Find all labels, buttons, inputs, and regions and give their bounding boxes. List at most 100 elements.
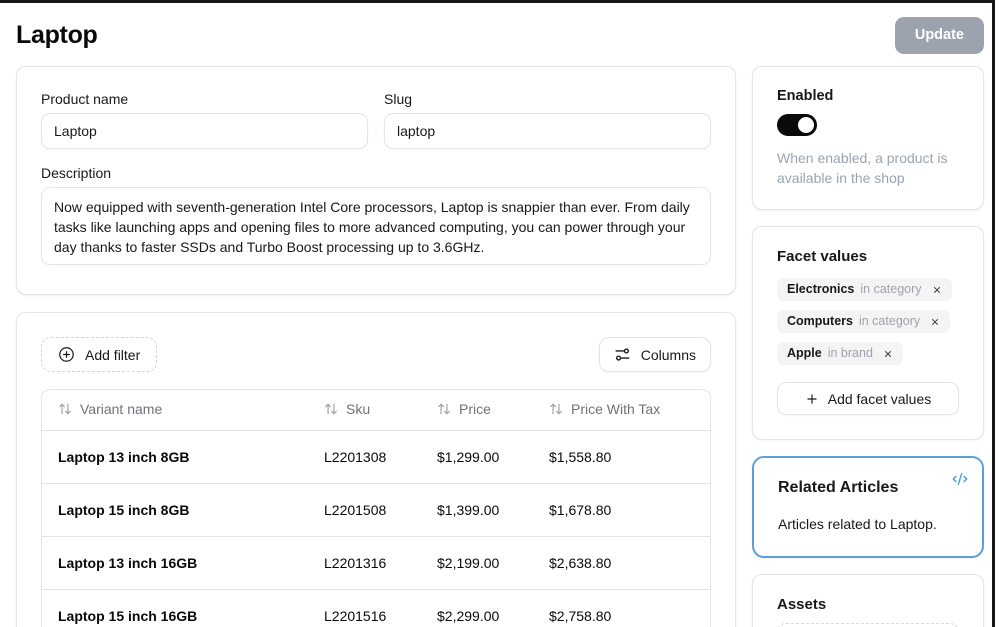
cell-sku: L2201308 <box>308 430 421 483</box>
columns-label: Columns <box>641 347 696 363</box>
cell-sku: L2201316 <box>308 536 421 589</box>
cell-price-with-tax: $2,638.80 <box>533 536 710 589</box>
description-textarea[interactable]: Now equipped with seventh-generation Int… <box>41 187 711 265</box>
enabled-toggle[interactable] <box>777 114 817 136</box>
circle-plus-icon <box>58 346 75 363</box>
cell-variant-name: Laptop 13 inch 16GB <box>42 536 308 589</box>
sort-price[interactable]: Price <box>437 401 491 417</box>
facet-chip: Electronics in category <box>777 278 952 301</box>
assets-card: Assets <box>752 574 984 627</box>
facet-chip: Computers in category <box>777 310 950 333</box>
col-label: Sku <box>346 401 370 417</box>
window-right-border <box>992 0 995 627</box>
sort-variant-name[interactable]: Variant name <box>58 401 162 417</box>
cell-price: $1,399.00 <box>421 483 533 536</box>
column-settings-icon <box>614 346 631 363</box>
facet-chip: Apple in brand <box>777 342 903 365</box>
table-row[interactable]: Laptop 13 inch 16GB L2201316 $2,199.00 $… <box>42 536 710 589</box>
variants-table-wrapper: Variant name Sku <box>41 389 711 627</box>
facet-chip-name: Apple <box>787 346 822 361</box>
col-label: Variant name <box>80 401 162 417</box>
product-name-input[interactable] <box>41 113 368 149</box>
product-form-grid: Product name Slug Description Now equipp… <box>41 91 711 270</box>
add-facet-values-button[interactable]: Add facet values <box>777 382 959 415</box>
cell-price: $2,199.00 <box>421 536 533 589</box>
sidebar: Enabled When enabled, a product is avail… <box>752 66 984 627</box>
cell-price: $2,299.00 <box>421 589 533 627</box>
update-button[interactable]: Update <box>895 17 984 54</box>
page-layout: Product name Slug Description Now equipp… <box>16 66 984 627</box>
cell-variant-name: Laptop 13 inch 8GB <box>42 430 308 483</box>
table-row[interactable]: Laptop 15 inch 16GB L2201516 $2,299.00 $… <box>42 589 710 627</box>
variants-table: Variant name Sku <box>42 390 710 627</box>
col-header-variant-name: Variant name <box>42 390 308 430</box>
columns-button[interactable]: Columns <box>599 337 711 372</box>
main-column: Product name Slug Description Now equipp… <box>16 66 736 627</box>
remove-facet-icon[interactable] <box>932 285 942 295</box>
content-area: Laptop Update Product name Slug <box>0 0 984 627</box>
facet-chip-qualifier: in category <box>860 282 921 297</box>
related-articles-card: Related Articles Articles related to Lap… <box>752 456 984 558</box>
slug-field: Slug <box>384 91 711 149</box>
cell-variant-name: Laptop 15 inch 16GB <box>42 589 308 627</box>
table-row[interactable]: Laptop 13 inch 8GB L2201308 $1,299.00 $1… <box>42 430 710 483</box>
assets-dropzone[interactable] <box>777 623 959 627</box>
product-form-card: Product name Slug Description Now equipp… <box>16 66 736 295</box>
col-label: Price With Tax <box>571 401 660 417</box>
remove-facet-icon[interactable] <box>883 349 893 359</box>
facet-chip-name: Computers <box>787 314 853 329</box>
window-top-border <box>0 0 995 3</box>
assets-title: Assets <box>777 596 959 613</box>
cell-price-with-tax: $1,678.80 <box>533 483 710 536</box>
col-header-price: Price <box>421 390 533 430</box>
facet-values-title: Facet values <box>777 248 959 265</box>
enabled-card: Enabled When enabled, a product is avail… <box>752 66 984 210</box>
table-row[interactable]: Laptop 15 inch 8GB L2201508 $1,399.00 $1… <box>42 483 710 536</box>
page-title: Laptop <box>16 21 98 50</box>
facet-chip-list: Electronics in category Computers in cat… <box>777 278 959 365</box>
slug-input[interactable] <box>384 113 711 149</box>
cell-sku: L2201508 <box>308 483 421 536</box>
variants-card: Add filter Columns <box>16 312 736 627</box>
col-label: Price <box>459 401 491 417</box>
description-field: Description Now equipped with seventh-ge… <box>41 165 711 270</box>
add-filter-button[interactable]: Add filter <box>41 337 157 372</box>
enabled-help-text: When enabled, a product is available in … <box>777 148 959 188</box>
slug-label: Slug <box>384 91 711 107</box>
related-articles-body: Articles related to Laptop. <box>778 516 958 532</box>
plus-icon <box>805 392 819 406</box>
sort-arrows-icon <box>437 402 451 416</box>
add-facet-values-label: Add facet values <box>828 391 932 407</box>
cell-variant-name: Laptop 15 inch 8GB <box>42 483 308 536</box>
add-filter-label: Add filter <box>85 347 140 363</box>
page-header: Laptop Update <box>16 0 984 66</box>
variants-table-body: Laptop 13 inch 8GB L2201308 $1,299.00 $1… <box>42 430 710 627</box>
remove-facet-icon[interactable] <box>930 317 940 327</box>
cell-price-with-tax: $2,758.80 <box>533 589 710 627</box>
product-name-label: Product name <box>41 91 368 107</box>
sort-price-with-tax[interactable]: Price With Tax <box>549 401 660 417</box>
variants-toolbar: Add filter Columns <box>41 337 711 372</box>
variants-table-head: Variant name Sku <box>42 390 710 430</box>
col-header-price-with-tax: Price With Tax <box>533 390 710 430</box>
facet-values-card: Facet values Electronics in category Com… <box>752 226 984 440</box>
product-detail-page: Laptop Update Product name Slug <box>0 0 1000 627</box>
cell-price-with-tax: $1,558.80 <box>533 430 710 483</box>
description-label: Description <box>41 165 711 181</box>
header-row: Variant name Sku <box>42 390 710 430</box>
sort-arrows-icon <box>549 402 563 416</box>
facet-chip-name: Electronics <box>787 282 854 297</box>
sort-sku[interactable]: Sku <box>324 401 370 417</box>
facet-chip-qualifier: in category <box>859 314 920 329</box>
cell-price: $1,299.00 <box>421 430 533 483</box>
col-header-sku: Sku <box>308 390 421 430</box>
cell-sku: L2201516 <box>308 589 421 627</box>
toggle-knob <box>798 117 814 133</box>
sort-arrows-icon <box>324 402 338 416</box>
related-articles-title: Related Articles <box>778 479 958 497</box>
code-icon[interactable] <box>952 471 968 487</box>
facet-chip-qualifier: in brand <box>828 346 873 361</box>
product-name-field: Product name <box>41 91 368 149</box>
sort-arrows-icon <box>58 402 72 416</box>
enabled-title: Enabled <box>777 88 959 104</box>
